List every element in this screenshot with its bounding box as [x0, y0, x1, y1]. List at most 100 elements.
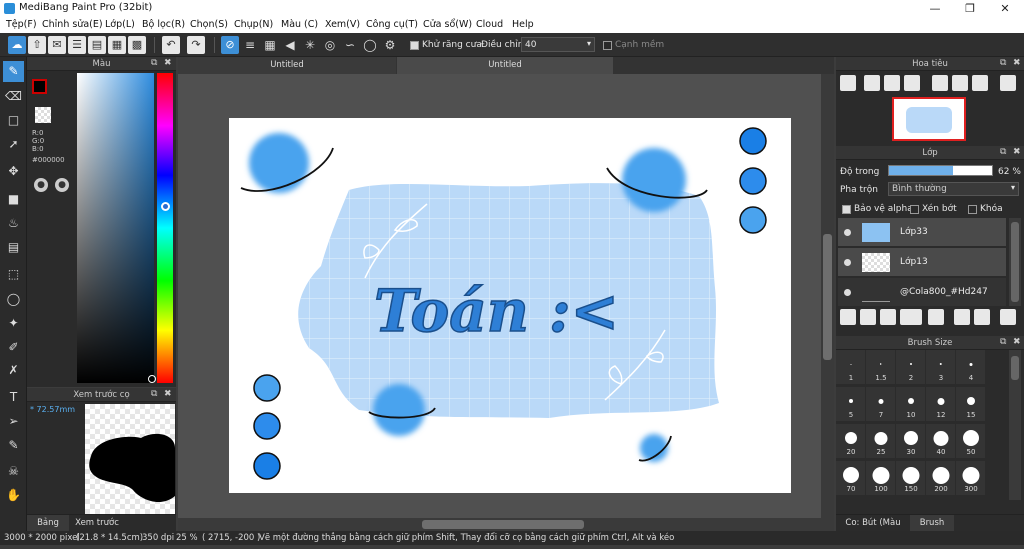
brush-size-cell[interactable]: 2 — [896, 350, 926, 385]
brush-size-cell[interactable]: 300 — [956, 461, 986, 496]
brush-size-cell[interactable]: 3 — [926, 350, 956, 385]
circle-snap-icon[interactable]: ◯ — [361, 36, 379, 54]
brush-size-cell[interactable]: 200 — [926, 461, 956, 496]
close-icon[interactable]: ✕ — [988, 0, 1022, 17]
operation-tool-icon[interactable]: ➢ — [3, 411, 24, 432]
brush-size-cell[interactable]: 30 — [896, 424, 926, 459]
visibility-icon[interactable] — [844, 259, 851, 266]
clipping-checkbox[interactable] — [910, 204, 919, 214]
hue-slider-handle[interactable] — [161, 202, 170, 211]
panel-close-icon[interactable]: ✖ — [1013, 58, 1021, 68]
tab-untitled-2[interactable]: Untitled — [397, 57, 613, 74]
tab-brush-preview[interactable]: Xem trước cọ — [69, 515, 125, 545]
vertical-scrollbar[interactable] — [821, 74, 834, 518]
brush-size-cell[interactable]: 4 — [956, 350, 986, 385]
grid-panel-icon[interactable]: ▩ — [128, 36, 146, 54]
brush-size-cell[interactable]: 10 — [896, 387, 926, 422]
primary-color-swatch[interactable] — [32, 79, 47, 94]
snap-off-icon[interactable]: ⊘ — [221, 36, 239, 54]
select-rect-tool-icon[interactable]: ⬚ — [3, 264, 24, 285]
bucket-tool-icon[interactable]: ♨ — [3, 213, 24, 234]
menu-filter[interactable]: Bộ lọc(R) — [142, 19, 185, 30]
undock-icon[interactable]: ⧉ — [151, 389, 157, 399]
layer-item[interactable]: @Cola800_#Hd247 — [838, 278, 1006, 307]
delete-layer-icon[interactable] — [1000, 309, 1016, 325]
divide-tool-icon[interactable]: ✎ — [3, 435, 24, 456]
menu-window[interactable]: Cửa sổ(W) — [423, 19, 472, 30]
brush-size-cell[interactable]: 100 — [866, 461, 896, 496]
rotate-right-icon[interactable] — [972, 75, 988, 91]
new-8bit-layer-icon[interactable] — [880, 309, 896, 325]
transparent-color-swatch[interactable] — [35, 107, 51, 123]
tab-brush-info[interactable]: Co: Bút (Màu sáp) — [836, 515, 910, 545]
layer-item[interactable]: Lớp33 — [838, 218, 1006, 247]
menu-cloud[interactable]: Cloud — [476, 19, 503, 30]
merge-down-icon[interactable] — [974, 309, 990, 325]
settings-icon[interactable]: ⚙ — [381, 36, 399, 54]
brush-size-cell[interactable]: 12 — [926, 387, 956, 422]
fill-shape-tool-icon[interactable]: ■ — [3, 189, 24, 210]
tab-color-palette[interactable]: Bảng màu — [27, 515, 69, 545]
visibility-icon[interactable] — [844, 229, 851, 236]
document-icon[interactable]: ▤ — [88, 36, 106, 54]
concentric-snap-icon[interactable]: ◎ — [321, 36, 339, 54]
lock-toggle[interactable]: Khóa — [968, 204, 1003, 214]
duplicate-layer-icon[interactable] — [954, 309, 970, 325]
rectangle-tool-icon[interactable]: □ — [3, 110, 24, 131]
rotate-left-icon[interactable] — [932, 75, 948, 91]
maximize-icon[interactable]: ❐ — [953, 0, 987, 17]
palette-icon[interactable]: ● — [34, 178, 48, 192]
brush-size-cell[interactable]: 1 — [836, 350, 866, 385]
menu-color[interactable]: Màu (C) — [281, 19, 318, 30]
soft-edge-toggle[interactable]: Cạnh mềm — [603, 40, 664, 50]
brush-size-cell[interactable]: 40 — [926, 424, 956, 459]
brush-size-cell[interactable]: 5 — [836, 387, 866, 422]
lasso-tool-icon[interactable]: ◯ — [3, 289, 24, 310]
menu-edit[interactable]: Chỉnh sửa(E) — [42, 19, 103, 30]
adjust-select[interactable]: 40 ▾ — [521, 37, 595, 52]
gradient-tool-icon[interactable]: ▤ — [3, 237, 24, 258]
brush-tool-icon[interactable]: ✎ — [3, 61, 24, 82]
brush-size-cell[interactable]: 50 — [956, 424, 986, 459]
brush-size-scrollbar[interactable] — [1009, 350, 1021, 500]
brush-size-cell[interactable]: 7 — [866, 387, 896, 422]
palette-add-icon[interactable]: ● — [55, 178, 69, 192]
page-icon[interactable]: ▦ — [108, 36, 126, 54]
zoom-in-icon[interactable] — [864, 75, 880, 91]
brush-size-scrollbar-thumb[interactable] — [1011, 356, 1019, 380]
undock-icon[interactable]: ⧉ — [151, 58, 157, 68]
tab-brush-size[interactable]: Brush Size — [910, 515, 954, 545]
panel-close-icon[interactable]: ✖ — [1013, 147, 1021, 157]
menu-select[interactable]: Chọn(S) — [190, 19, 228, 30]
select-eraser-tool-icon[interactable]: ✗ — [3, 360, 24, 381]
color-picker-cursor[interactable] — [148, 375, 156, 383]
soft-edge-checkbox[interactable] — [603, 40, 612, 50]
brush-size-cell[interactable]: 70 — [836, 461, 866, 496]
undock-icon[interactable]: ⧉ — [1000, 147, 1006, 157]
navigator-thumbnail[interactable] — [892, 97, 966, 141]
menu-file[interactable]: Tệp(F) — [6, 19, 37, 30]
eraser-tool-icon[interactable]: ⌫ — [3, 86, 24, 107]
brush-size-cell[interactable]: 15 — [956, 387, 986, 422]
brush-size-cell[interactable]: 25 — [866, 424, 896, 459]
reset-rotation-icon[interactable] — [952, 75, 968, 91]
folder-icon[interactable] — [928, 309, 944, 325]
blend-mode-select[interactable]: Bình thường ▾ — [888, 182, 1019, 196]
select-pen-tool-icon[interactable]: ✐ — [3, 337, 24, 358]
zoom-search-icon[interactable] — [840, 75, 856, 91]
visibility-icon[interactable] — [844, 289, 851, 296]
grid-snap-icon[interactable]: ▦ — [261, 36, 279, 54]
menu-snap[interactable]: Chụp(N) — [234, 19, 273, 30]
drawing-canvas[interactable]: Toán :< — [229, 118, 791, 493]
layer-list-scrollbar[interactable] — [1009, 218, 1021, 306]
parallel-snap-icon[interactable]: ≡ — [241, 36, 259, 54]
menu-tools[interactable]: Công cụ(T) — [366, 19, 418, 30]
move-tool-icon[interactable]: ✥ — [3, 161, 24, 182]
undo-icon[interactable]: ↶ — [162, 36, 180, 54]
horizontal-scrollbar[interactable] — [178, 518, 834, 531]
flip-icon[interactable] — [1000, 75, 1016, 91]
panel-close-icon[interactable]: ✖ — [164, 389, 172, 399]
share-icon[interactable]: ⇧ — [28, 36, 46, 54]
cloud-icon[interactable]: ☁ — [8, 36, 26, 54]
opacity-slider[interactable] — [888, 165, 993, 176]
